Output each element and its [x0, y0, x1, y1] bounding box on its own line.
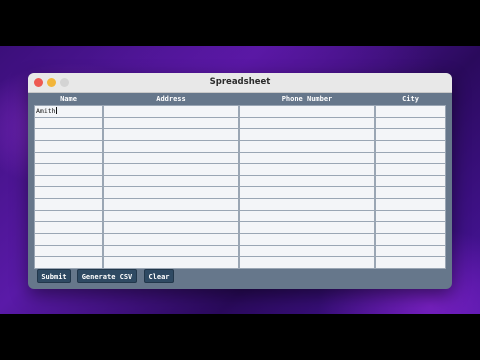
submit-button[interactable]: Submit: [37, 269, 71, 283]
clear-button[interactable]: Clear: [144, 269, 174, 283]
cell-input[interactable]: [103, 256, 239, 269]
column-header-phone-number: Phone Number: [281, 95, 333, 103]
column-header-city: City: [402, 95, 419, 103]
spreadsheet-grid: Amith: [34, 105, 446, 269]
window-title: Spreadsheet: [209, 77, 271, 87]
column-header-name: Name: [60, 95, 77, 103]
column-header-address: Address: [156, 95, 186, 103]
text-cursor: [55, 107, 57, 114]
cell-input[interactable]: [34, 256, 103, 269]
cell-value: Amith: [36, 107, 56, 115]
title-bar: Spreadsheet: [28, 73, 452, 93]
spreadsheet-window: Spreadsheet Name Address Phone Number City …: [28, 73, 452, 289]
cell-input[interactable]: [375, 256, 446, 269]
generate-csv-button[interactable]: Generate CSV: [77, 269, 137, 283]
cell-input[interactable]: [239, 256, 375, 269]
column-header-row: Name Address Phone Number City: [34, 94, 446, 105]
